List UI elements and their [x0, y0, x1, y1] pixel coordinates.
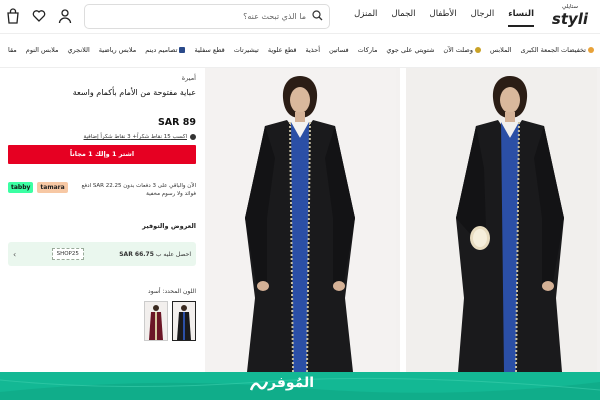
main-nav: النساء الرجال الأطفال الجمال المنزل [354, 9, 534, 27]
bag-icon[interactable] [6, 8, 20, 24]
product-image-2[interactable] [405, 68, 600, 372]
nav-beauty[interactable]: الجمال [391, 9, 415, 27]
category-item[interactable]: قطع علوية [268, 46, 297, 54]
coupon-code[interactable]: SHOP25 [51, 248, 84, 260]
color-label: اللون المحدد: أسود [148, 288, 196, 295]
points-text[interactable]: اكسب 15 نقاط شكراً+ 3 نقاط شكراً إضافية [84, 134, 187, 140]
tabby-logo[interactable]: tabby [8, 182, 34, 193]
category-label: اللانجري [67, 46, 90, 54]
category-label: شتويتي على جوي [386, 46, 435, 54]
sale-icon [588, 47, 594, 53]
coupon-price: SAR 66.75 [119, 250, 154, 258]
search-input[interactable]: ما الذي تبحث عنه؟ [84, 4, 330, 29]
category-label: تخفيضات الجمعة الكبرى [520, 46, 587, 54]
category-item[interactable]: ملابس رياضية [99, 46, 136, 54]
nav-home[interactable]: المنزل [354, 9, 377, 27]
product-image-1[interactable] [205, 68, 400, 372]
category-item[interactable]: وصلت الآن [443, 46, 481, 54]
category-label: قطع علوية [267, 46, 297, 54]
installments-row: tabby tamara ادفع SAR 22.25 الآن والباقي… [8, 182, 196, 198]
product-price: SAR 89 [157, 117, 196, 128]
points-row: اكسب 15 نقاط شكراً+ 3 نقاط شكراً إضافية [8, 134, 196, 140]
coupon-offer[interactable]: ‹ SHOP25 احصل عليه ب SAR 66.75 [8, 242, 196, 266]
category-label: قطع سفلية [194, 46, 225, 54]
watermark-text: المُوفر [268, 375, 315, 391]
category-label: ملابس النوم [25, 46, 59, 54]
installment-text: ادفع SAR 22.25 الآن والباقي على 3 دفعات … [81, 183, 196, 197]
category-label: وصلت الآن [443, 46, 473, 54]
category-item[interactable]: تصاميم دينم [145, 46, 186, 54]
buy-button[interactable]: اشتر 1 وإلك 1 مجاناً [8, 145, 196, 164]
logo-english: styli [551, 10, 589, 28]
category-bar: تخفيضات الجمعة الكبرى الملابس وصلت الآن … [0, 36, 600, 68]
category-item[interactable]: ماركات [358, 46, 378, 54]
category-item[interactable]: أحذية [305, 46, 320, 54]
category-label: تيشيرتات [233, 46, 259, 54]
category-label: ماركات [357, 46, 378, 54]
category-item[interactable]: شتويتي على جوي [386, 46, 434, 54]
product-title: عباية مفتوحة من الأمام بأكمام واسعة [72, 88, 196, 97]
chevron-left-icon[interactable]: ‹ [13, 250, 16, 259]
header-icons [6, 8, 72, 24]
category-item[interactable]: تيشيرتات [234, 46, 259, 54]
swatch-burgundy[interactable] [144, 301, 168, 341]
denim-icon [179, 47, 186, 53]
product-gallery [205, 68, 600, 372]
site-header: ما الذي تبحث عنه؟ النساء الرجال الأطفال … [0, 0, 600, 34]
payment-logos: tabby tamara [8, 182, 68, 193]
nav-kids[interactable]: الأطفال [430, 9, 457, 27]
offers-heading: العروض والتوفير [142, 222, 196, 230]
nav-women[interactable]: النساء [508, 9, 534, 27]
category-label: مقا [8, 46, 17, 54]
nav-men[interactable]: الرجال [471, 9, 495, 27]
watermark-bar: المُوفر [0, 372, 600, 400]
user-icon[interactable] [58, 8, 72, 24]
color-swatches [8, 301, 196, 341]
category-item[interactable]: ملابس النوم [26, 46, 59, 54]
watermark-logo-icon [250, 381, 268, 391]
category-item[interactable]: اللانجري [67, 46, 89, 54]
category-item[interactable]: قطع سفلية [194, 46, 224, 54]
category-label: تصاميم دينم [145, 46, 178, 54]
category-item[interactable]: فساتين [329, 46, 349, 54]
product-info: أميرة عباية مفتوحة من الأمام بأكمام واسع… [8, 74, 196, 341]
coin-icon [190, 134, 196, 140]
category-label: أحذية [305, 46, 321, 54]
coupon-text-prefix: احصل عليه ب [155, 250, 191, 258]
site-logo[interactable]: ستايلي styli [548, 4, 592, 30]
coupon-text: احصل عليه ب SAR 66.75 [119, 251, 191, 258]
new-icon [474, 47, 481, 53]
search-icon[interactable] [312, 9, 323, 24]
category-label: فساتين [329, 46, 349, 54]
swatch-black[interactable] [172, 301, 196, 341]
category-item[interactable]: الملابس [490, 46, 512, 54]
brand-name[interactable]: أميرة [8, 74, 196, 82]
category-label: ملابس رياضية [98, 46, 137, 54]
search-placeholder: ما الذي تبحث عنه؟ [243, 12, 306, 21]
tamara-logo[interactable]: tamara [37, 182, 68, 193]
heart-icon[interactable] [32, 8, 46, 24]
category-item[interactable]: تخفيضات الجمعة الكبرى [520, 46, 594, 54]
category-item[interactable]: مقا [8, 46, 17, 54]
category-label: الملابس [489, 46, 512, 54]
